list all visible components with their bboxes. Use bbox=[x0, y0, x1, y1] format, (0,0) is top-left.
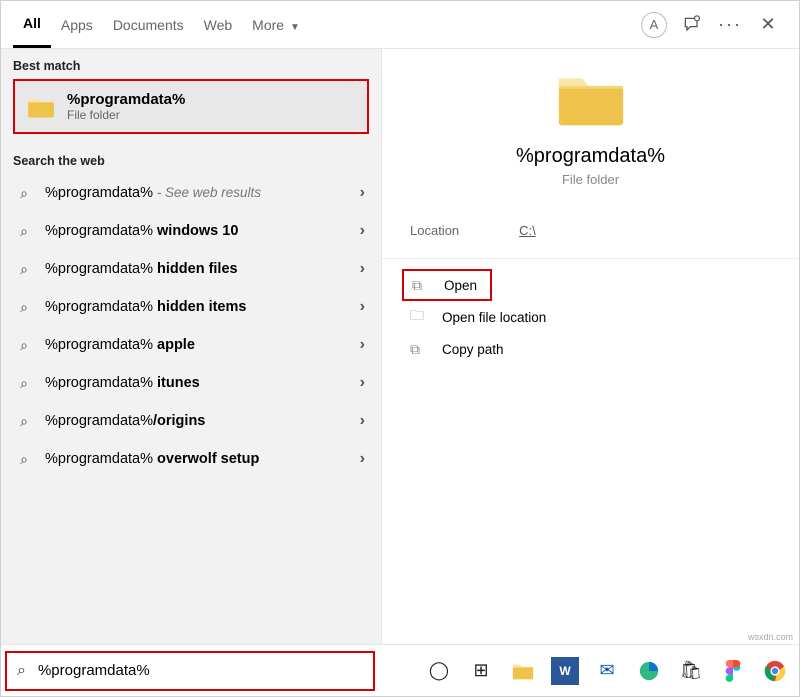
chevron-right-icon[interactable]: › bbox=[356, 184, 369, 202]
web-result-text: %programdata% overwolf setup bbox=[45, 451, 356, 467]
best-match-subtitle: File folder bbox=[67, 108, 185, 122]
chevron-right-icon[interactable]: › bbox=[356, 298, 369, 316]
web-result-text: %programdata%/origins bbox=[45, 413, 356, 429]
best-match-result[interactable]: %programdata% File folder bbox=[13, 79, 369, 134]
folder-icon-large bbox=[556, 69, 626, 129]
tab-all[interactable]: All bbox=[13, 1, 51, 48]
search-icon: ⌕ bbox=[13, 375, 35, 392]
action-open-location[interactable]: 🗀 Open file location bbox=[402, 301, 779, 333]
edge-icon[interactable] bbox=[635, 657, 663, 685]
open-icon: ⧉ bbox=[412, 277, 434, 294]
feedback-button[interactable] bbox=[675, 8, 709, 42]
web-result-0[interactable]: ⌕ %programdata% - See web results› bbox=[1, 174, 381, 212]
web-result-text: %programdata% apple bbox=[45, 337, 356, 353]
tab-documents[interactable]: Documents bbox=[103, 3, 194, 47]
search-box[interactable]: ⌕ bbox=[5, 651, 375, 691]
location-label: Location bbox=[410, 223, 459, 238]
tab-apps[interactable]: Apps bbox=[51, 3, 103, 47]
file-explorer-icon[interactable] bbox=[509, 657, 537, 685]
section-search-web: Search the web bbox=[1, 144, 381, 174]
location-link[interactable]: C:\ bbox=[519, 223, 536, 238]
action-open[interactable]: ⧉ Open bbox=[402, 269, 492, 301]
mail-icon[interactable]: ✉ bbox=[593, 657, 621, 685]
chevron-down-icon: ▼ bbox=[290, 22, 300, 33]
task-view-icon[interactable]: ⊞ bbox=[467, 657, 495, 685]
web-result-2[interactable]: ⌕ %programdata% hidden files› bbox=[1, 250, 381, 288]
file-location-icon: 🗀 bbox=[410, 305, 432, 329]
search-icon: ⌕ bbox=[13, 337, 35, 354]
chevron-right-icon[interactable]: › bbox=[356, 450, 369, 468]
tab-more-label: More bbox=[252, 17, 284, 33]
web-result-5[interactable]: ⌕ %programdata% itunes› bbox=[1, 364, 381, 402]
account-avatar[interactable]: A bbox=[637, 8, 671, 42]
action-open-label: Open bbox=[444, 278, 477, 293]
more-options-button[interactable]: ··· bbox=[713, 8, 747, 42]
word-icon[interactable]: W bbox=[551, 657, 579, 685]
chevron-right-icon[interactable]: › bbox=[356, 412, 369, 430]
search-icon: ⌕ bbox=[13, 299, 35, 316]
store-icon[interactable]: 🛍 bbox=[677, 657, 705, 685]
web-result-text: %programdata% hidden items bbox=[45, 299, 356, 315]
action-copy-path-label: Copy path bbox=[442, 342, 504, 357]
preview-column: %programdata% File folder Location C:\ ⧉… bbox=[381, 49, 799, 645]
chrome-icon[interactable] bbox=[761, 657, 789, 685]
search-input[interactable] bbox=[36, 661, 373, 680]
header-tabs: All Apps Documents Web More ▼ A ··· ✕ bbox=[1, 1, 799, 49]
web-result-3[interactable]: ⌕ %programdata% hidden items› bbox=[1, 288, 381, 326]
copy-icon: ⧉ bbox=[410, 341, 432, 358]
web-result-text: %programdata% - See web results bbox=[45, 185, 356, 201]
web-result-1[interactable]: ⌕ %programdata% windows 10› bbox=[1, 212, 381, 250]
search-icon: ⌕ bbox=[13, 261, 35, 278]
web-result-4[interactable]: ⌕ %programdata% apple› bbox=[1, 326, 381, 364]
watermark: wsxdn.com bbox=[748, 632, 793, 642]
search-icon: ⌕ bbox=[13, 223, 35, 240]
preview-title: %programdata% bbox=[516, 145, 665, 168]
taskbar: ⌕ ◯ ⊞ W ✉ 🛍 bbox=[1, 644, 799, 696]
close-button[interactable]: ✕ bbox=[751, 8, 785, 42]
figma-icon[interactable] bbox=[719, 657, 747, 685]
chevron-right-icon[interactable]: › bbox=[356, 374, 369, 392]
search-icon: ⌕ bbox=[7, 662, 36, 680]
web-result-text: %programdata% hidden files bbox=[45, 261, 356, 277]
preview-subtitle: File folder bbox=[562, 172, 619, 187]
avatar-letter: A bbox=[641, 12, 667, 38]
chevron-right-icon[interactable]: › bbox=[356, 336, 369, 354]
action-open-location-label: Open file location bbox=[442, 310, 546, 325]
web-result-7[interactable]: ⌕ %programdata% overwolf setup› bbox=[1, 440, 381, 478]
tab-more[interactable]: More ▼ bbox=[242, 3, 310, 47]
web-result-6[interactable]: ⌕ %programdata%/origins› bbox=[1, 402, 381, 440]
results-column: Best match %programdata% File folder Sea… bbox=[1, 49, 381, 645]
chevron-right-icon[interactable]: › bbox=[356, 222, 369, 240]
cortana-icon[interactable]: ◯ bbox=[425, 657, 453, 685]
web-result-text: %programdata% itunes bbox=[45, 375, 356, 391]
best-match-title: %programdata% bbox=[67, 91, 185, 108]
section-best-match: Best match bbox=[1, 49, 381, 79]
search-icon: ⌕ bbox=[13, 185, 35, 202]
search-icon: ⌕ bbox=[13, 413, 35, 430]
action-copy-path[interactable]: ⧉ Copy path bbox=[402, 333, 779, 365]
chevron-right-icon[interactable]: › bbox=[356, 260, 369, 278]
search-icon: ⌕ bbox=[13, 451, 35, 468]
tab-web[interactable]: Web bbox=[194, 3, 243, 47]
web-result-text: %programdata% windows 10 bbox=[45, 223, 356, 239]
folder-icon bbox=[27, 93, 55, 121]
